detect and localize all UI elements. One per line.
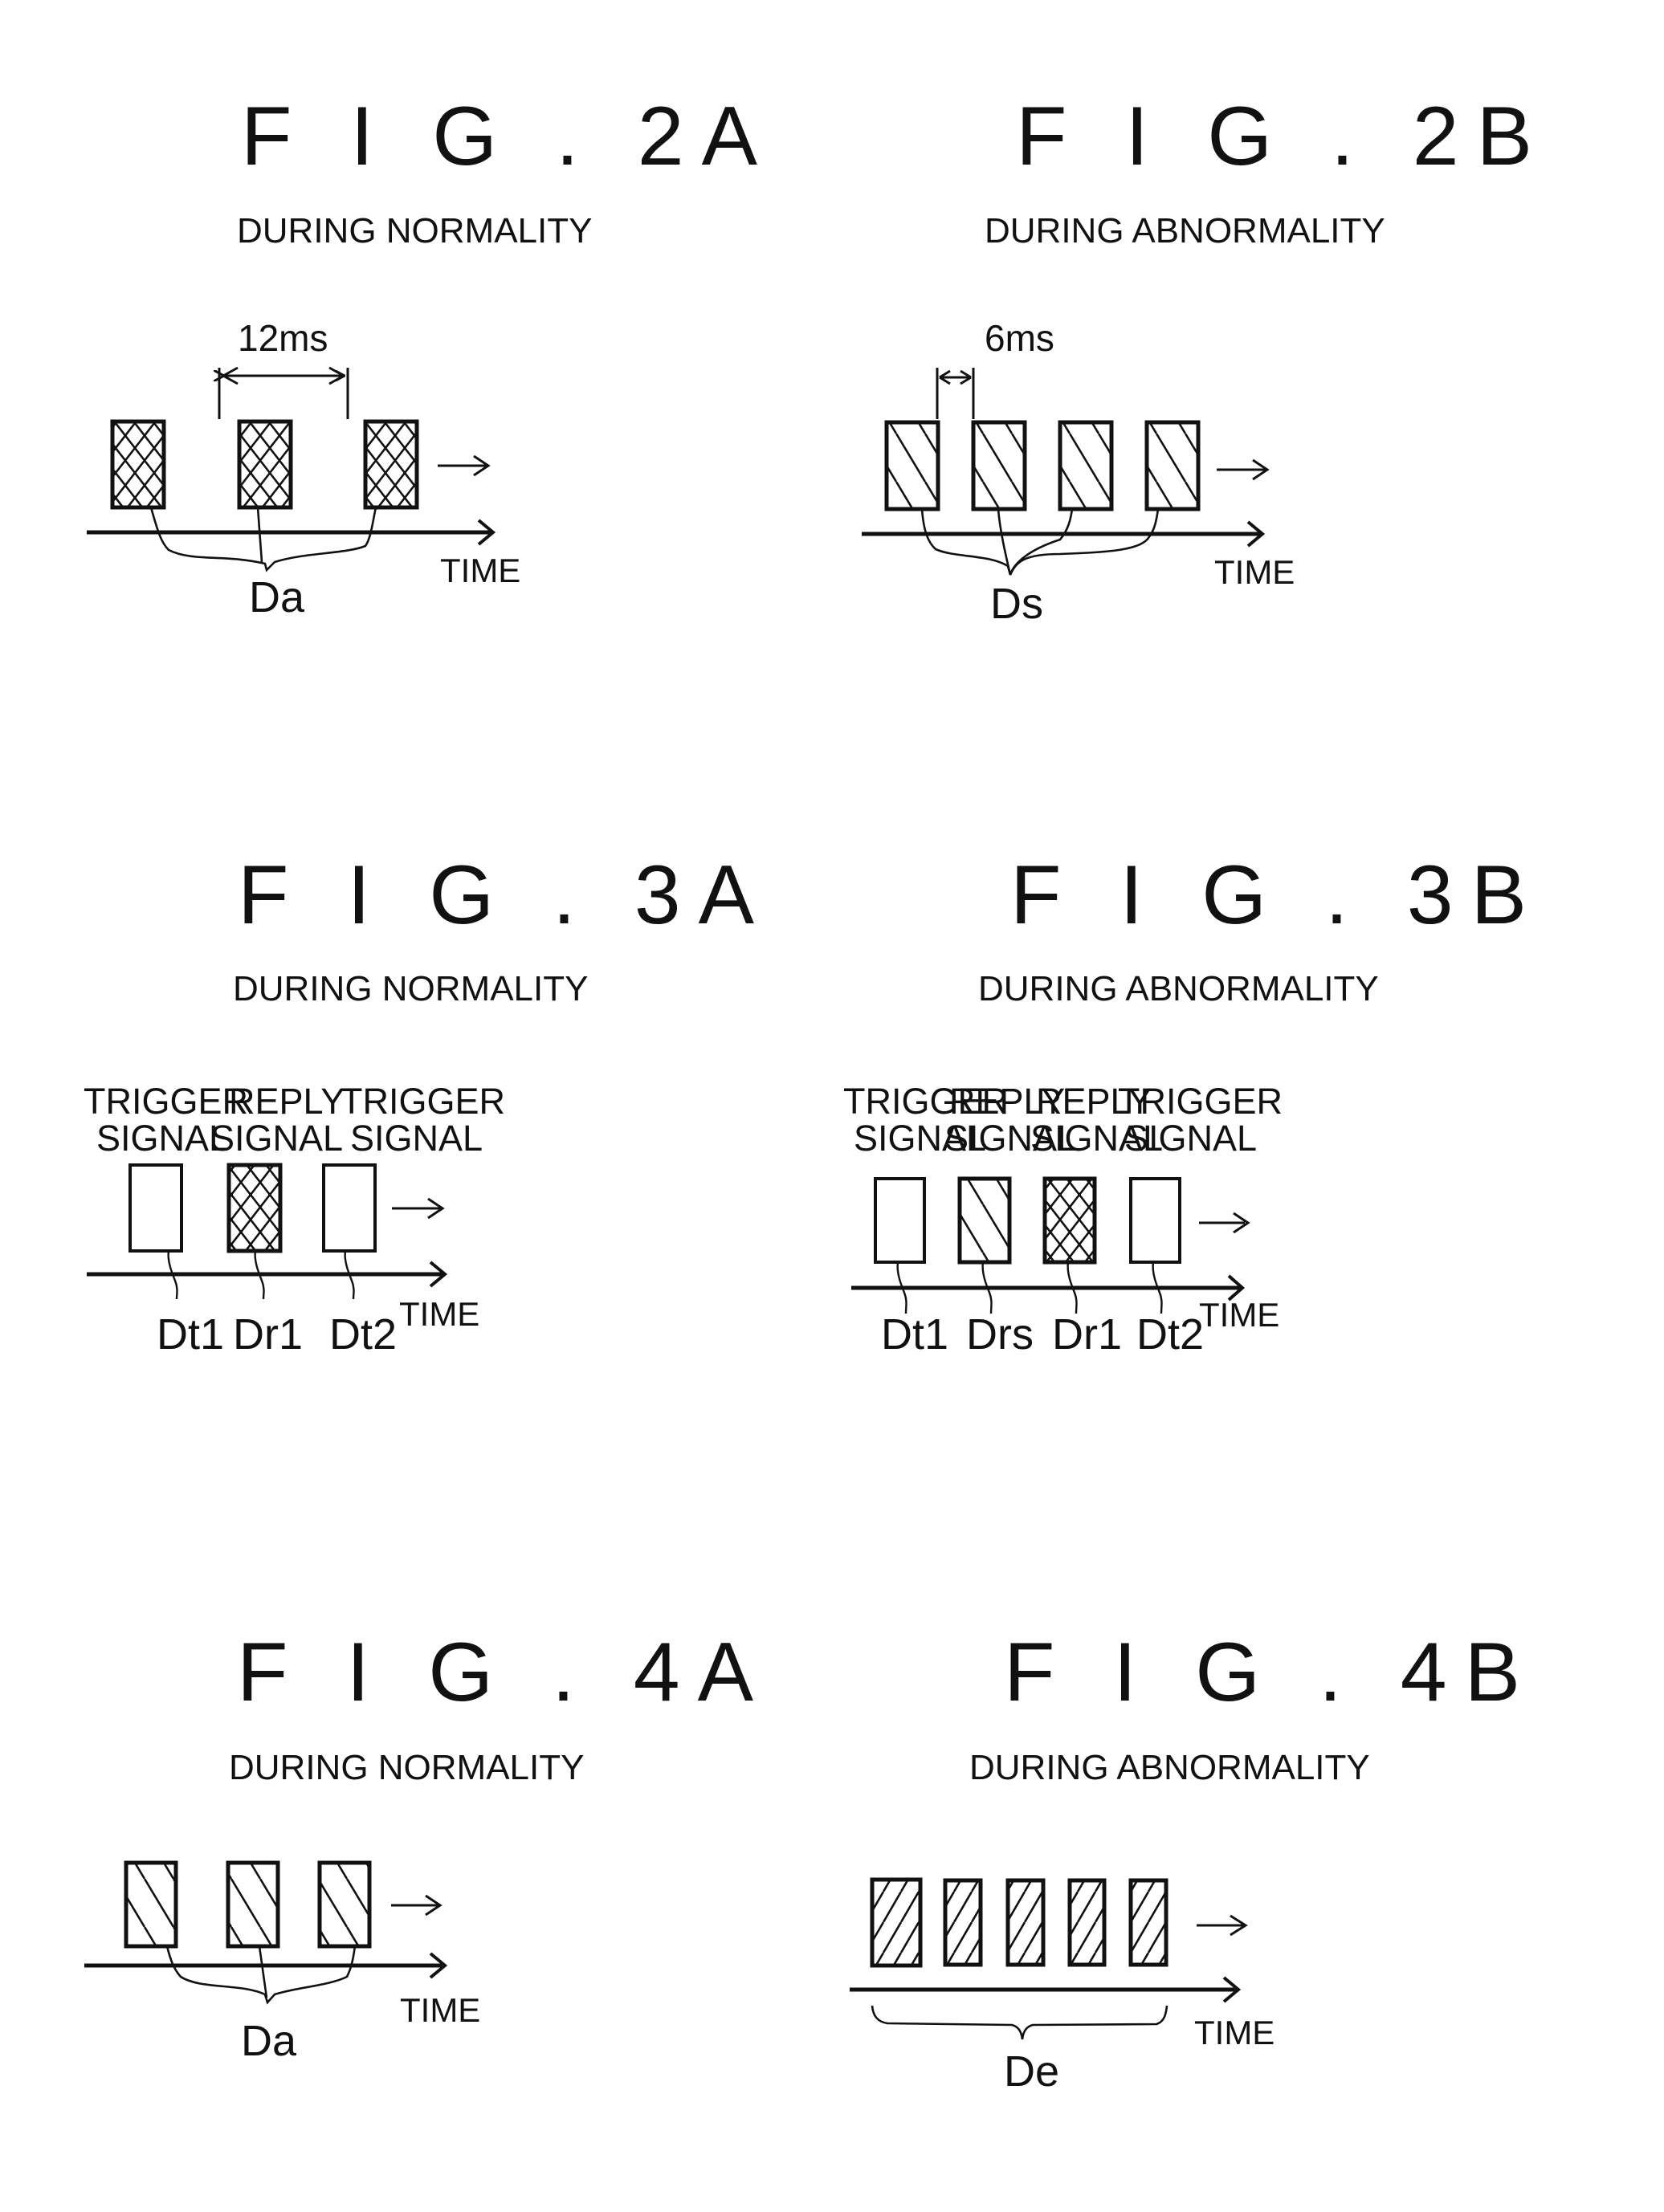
figure-4a: F I G . 4A DURING NORMALITY TIME Da xyxy=(84,1626,771,2065)
trigger-signal-block xyxy=(1129,1177,1181,1264)
signal-block xyxy=(124,1860,178,1949)
block-caption: REPLY xyxy=(229,1081,345,1122)
figure-title: F I G . 4B xyxy=(1004,1626,1538,1719)
patent-figure-sheet: F I G . 2A DURING NORMALITY 12ms TIME Da… xyxy=(84,90,1550,2096)
block-caption: SIGNAL xyxy=(210,1118,343,1159)
signal-block xyxy=(1067,1878,1107,1967)
block-label: Dr1 xyxy=(233,1310,303,1359)
trigger-signal-block xyxy=(322,1163,377,1253)
group-brace xyxy=(871,2005,1168,2040)
time-label: TIME xyxy=(440,552,520,589)
time-label: TIME xyxy=(1199,1296,1279,1334)
figure-3b: F I G . 3B DURING ABNORMALITY TRIGGER SI… xyxy=(843,849,1544,1359)
group-label: Da xyxy=(249,573,305,621)
signal-block xyxy=(363,419,419,510)
block-label: Dt2 xyxy=(329,1310,397,1359)
signal-block xyxy=(237,419,293,510)
block-label: Dt1 xyxy=(157,1310,224,1359)
leader-line xyxy=(256,507,263,563)
group-label: Da xyxy=(241,2017,297,2065)
leader-line xyxy=(258,1945,268,1998)
signal-block xyxy=(1058,420,1114,511)
figure-4b: F I G . 4B DURING ABNORMALITY TIME De xyxy=(850,1626,1538,2096)
figure-title: F I G . 3B xyxy=(1010,849,1544,942)
time-label: TIME xyxy=(400,1991,480,2029)
time-label: TIME xyxy=(1194,2014,1275,2051)
figure-subtitle: DURING ABNORMALITY xyxy=(985,211,1385,251)
reply-signal-block xyxy=(226,1163,283,1253)
interval-label: 6ms xyxy=(985,317,1054,359)
signal-block xyxy=(870,1877,923,1968)
block-label: Drs xyxy=(966,1310,1034,1359)
group-brace xyxy=(149,507,377,572)
reply-signal-block-abnormal xyxy=(957,1176,1012,1265)
block-caption: SIGNAL xyxy=(96,1118,229,1159)
group-brace xyxy=(920,508,1012,576)
figure-2a: F I G . 2A DURING NORMALITY 12ms TIME Da xyxy=(87,90,775,621)
group-brace xyxy=(1009,508,1160,576)
figure-subtitle: DURING NORMALITY xyxy=(229,1748,584,1787)
figure-subtitle: DURING NORMALITY xyxy=(233,969,588,1008)
trigger-signal-block xyxy=(128,1163,183,1253)
figure-title: F I G . 2B xyxy=(1016,90,1550,183)
figure-2b: F I G . 2B DURING ABNORMALITY 6ms TIME D… xyxy=(862,90,1550,628)
time-label: TIME xyxy=(1214,553,1295,591)
block-label: Dt1 xyxy=(881,1310,948,1359)
signal-block xyxy=(1144,420,1201,511)
figure-title: F I G . 2A xyxy=(241,90,775,183)
block-caption: TRIGGER xyxy=(84,1081,248,1122)
signal-block xyxy=(884,420,940,511)
block-caption: SIGNAL xyxy=(1124,1118,1257,1159)
figure-title: F I G . 3A xyxy=(238,849,772,942)
figure-subtitle: DURING NORMALITY xyxy=(237,211,592,251)
signal-block xyxy=(1005,1878,1046,1967)
figure-3a: F I G . 3A DURING NORMALITY TRIGGER SIGN… xyxy=(84,849,772,1359)
signal-block xyxy=(943,1878,983,1967)
figure-subtitle: DURING ABNORMALITY xyxy=(969,1748,1370,1787)
group-label: De xyxy=(1004,2047,1059,2096)
signal-block xyxy=(317,1860,372,1949)
reply-signal-block xyxy=(1042,1176,1097,1265)
group-label: Ds xyxy=(990,580,1043,628)
block-caption: TRIGGER xyxy=(1118,1081,1283,1122)
time-label: TIME xyxy=(399,1295,479,1333)
figure-subtitle: DURING ABNORMALITY xyxy=(978,969,1379,1008)
block-label: Dr1 xyxy=(1052,1310,1122,1359)
block-label: Dt2 xyxy=(1136,1310,1204,1359)
interval-label: 12ms xyxy=(238,317,328,359)
signal-block xyxy=(1128,1878,1168,1967)
group-brace xyxy=(997,508,1074,580)
trigger-signal-block xyxy=(874,1177,926,1264)
block-caption: SIGNAL xyxy=(350,1118,483,1159)
block-caption: TRIGGER xyxy=(341,1081,505,1122)
figure-title: F I G . 4A xyxy=(237,1626,771,1719)
signal-block xyxy=(226,1860,280,1949)
signal-block xyxy=(971,420,1027,511)
signal-block xyxy=(110,419,166,510)
